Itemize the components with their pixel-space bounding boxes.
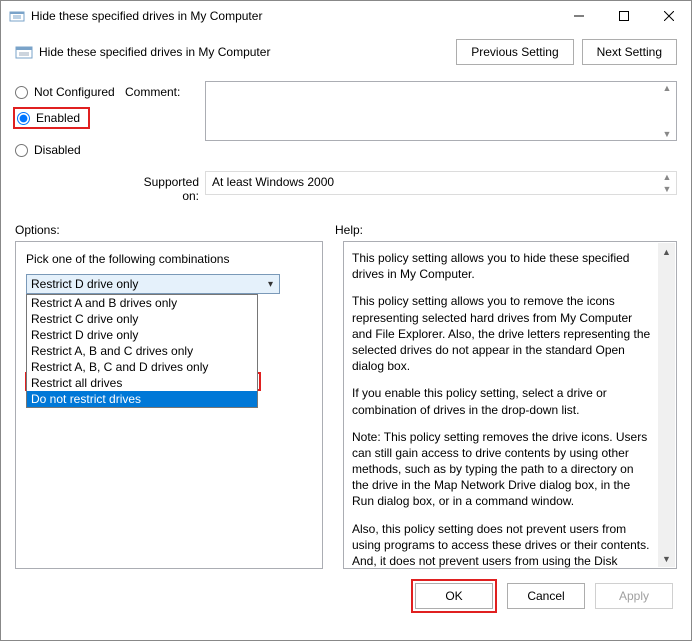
window-icon (9, 8, 25, 24)
supported-value: At least Windows 2000 (212, 175, 334, 189)
combo-item[interactable]: Restrict A, B, C and D drives only (27, 359, 257, 375)
radio-disabled[interactable]: Disabled (15, 143, 125, 157)
scroll-up-icon: ▲ (659, 83, 675, 93)
radio-label: Enabled (36, 111, 80, 125)
scroll-down-icon: ▼ (659, 184, 675, 194)
radio-label: Disabled (34, 143, 81, 157)
scroll-up-icon: ▲ (659, 172, 675, 182)
combo-label: Pick one of the following combinations (26, 252, 312, 266)
panels-row: Pick one of the following combinations R… (1, 241, 691, 569)
help-panel: This policy setting allows you to hide t… (343, 241, 677, 569)
supported-row: Supported on: At least Windows 2000 ▲ ▼ (1, 165, 691, 213)
scrollbar[interactable]: ▲ ▼ (658, 243, 675, 567)
combo-dropdown: Restrict A and B drives only Restrict C … (26, 294, 258, 408)
apply-button: Apply (595, 583, 673, 609)
ok-button[interactable]: OK (415, 583, 493, 609)
config-area: Not Configured Enabled Disabled Comment:… (1, 75, 691, 165)
help-paragraph: If you enable this policy setting, selec… (352, 385, 652, 417)
policy-icon (15, 43, 33, 61)
maximize-button[interactable] (601, 1, 646, 31)
comment-textarea[interactable]: ▲ ▼ (205, 81, 677, 141)
radio-not-configured[interactable]: Not Configured (15, 85, 125, 99)
header-row: Hide these specified drives in My Comput… (1, 31, 691, 75)
radio-enabled[interactable]: Enabled (13, 107, 90, 129)
combo-item-highlighted[interactable]: Do not restrict drives (27, 391, 257, 407)
supported-label: Supported on: (125, 171, 205, 203)
previous-setting-button[interactable]: Previous Setting (456, 39, 573, 65)
combo-item[interactable]: Restrict A, B and C drives only (27, 343, 257, 359)
annotation-highlight: OK (411, 579, 497, 613)
footer-buttons: OK Cancel Apply (1, 569, 691, 623)
help-paragraph: This policy setting allows you to hide t… (352, 250, 652, 282)
combo-item[interactable]: Restrict D drive only (27, 327, 257, 343)
combo-selected: Restrict D drive only (31, 277, 138, 291)
options-label: Options: (15, 223, 335, 237)
combo-select[interactable]: Restrict D drive only ▾ (26, 274, 280, 294)
minimize-button[interactable] (556, 1, 601, 31)
combo-item[interactable]: Restrict A and B drives only (27, 295, 257, 311)
scroll-up-icon[interactable]: ▲ (658, 243, 675, 260)
chevron-down-icon: ▾ (266, 279, 275, 290)
next-setting-button[interactable]: Next Setting (582, 39, 677, 65)
help-label: Help: (335, 223, 677, 237)
combo-item[interactable]: Restrict C drive only (27, 311, 257, 327)
options-panel: Pick one of the following combinations R… (15, 241, 323, 569)
radio-label: Not Configured (34, 85, 115, 99)
title-bar: Hide these specified drives in My Comput… (1, 1, 691, 31)
supported-value-box: At least Windows 2000 ▲ ▼ (205, 171, 677, 195)
combo-item[interactable]: Restrict all drives (27, 375, 257, 391)
section-labels: Options: Help: (1, 213, 691, 241)
policy-title: Hide these specified drives in My Comput… (39, 45, 448, 59)
help-paragraph: This policy setting allows you to remove… (352, 293, 652, 374)
scroll-down-icon: ▼ (659, 129, 675, 139)
close-button[interactable] (646, 1, 691, 31)
scroll-down-icon[interactable]: ▼ (658, 550, 675, 567)
help-paragraph: Also, this policy setting does not preve… (352, 521, 652, 569)
window-title: Hide these specified drives in My Comput… (31, 9, 556, 23)
comment-label: Comment: (125, 81, 205, 165)
help-paragraph: Note: This policy setting removes the dr… (352, 429, 652, 510)
cancel-button[interactable]: Cancel (507, 583, 585, 609)
